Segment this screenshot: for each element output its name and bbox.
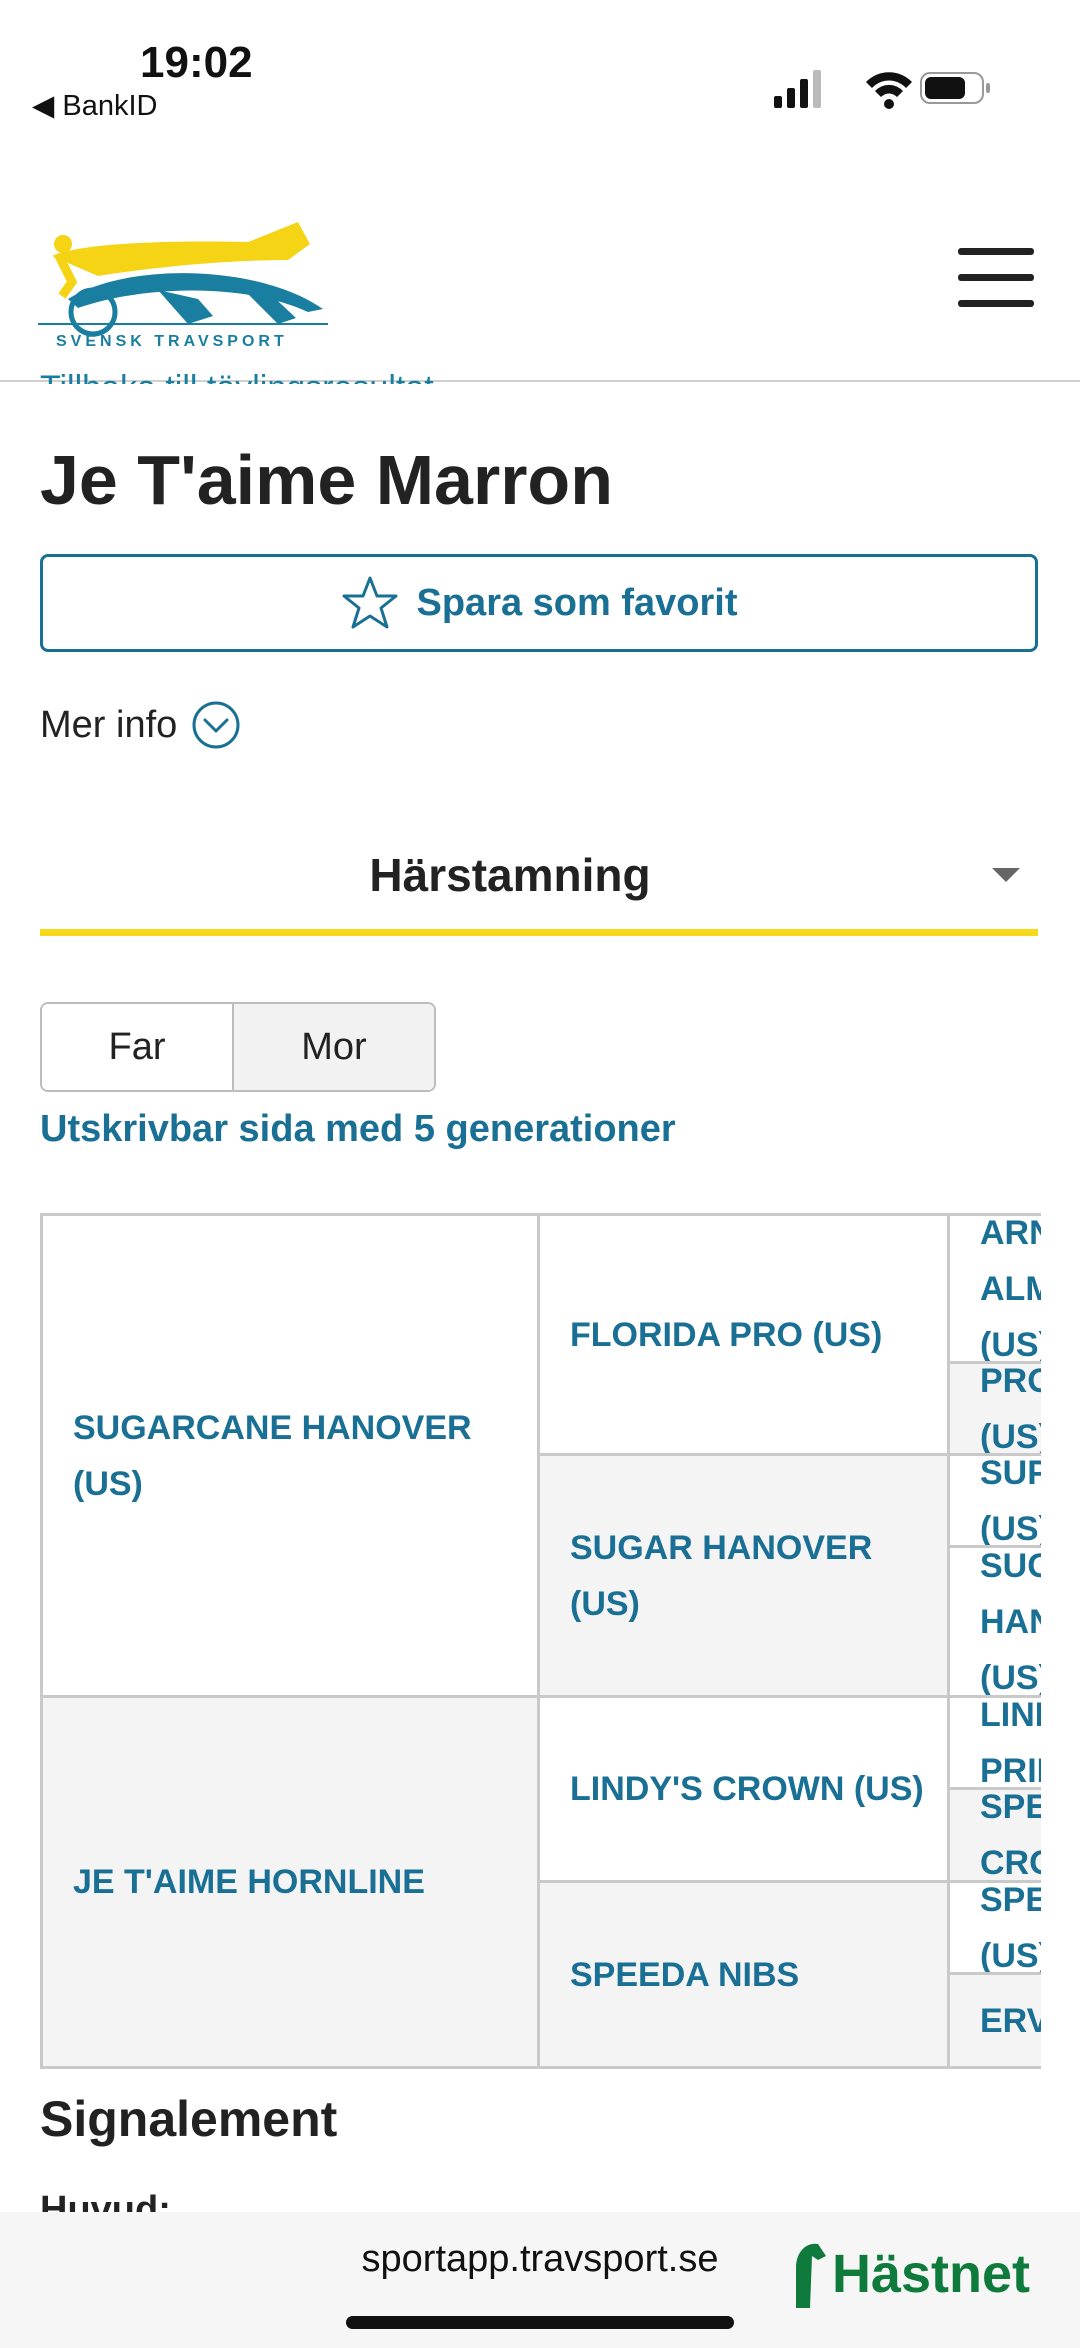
- logo-text: SVENSK TRAVSPORT: [56, 333, 288, 350]
- pedigree-sire-dam[interactable]: SUGAR HANOVER (US): [537, 1453, 950, 1698]
- pedigree-dam-sire[interactable]: LINDY'S CROWN (US): [537, 1695, 950, 1883]
- save-favorite-button[interactable]: Spara som favorit: [40, 554, 1038, 652]
- back-to-results-link[interactable]: Tillbaka till tävlingsresultat: [40, 352, 434, 384]
- section-select-value: Härstamning: [369, 849, 651, 901]
- status-time: 19:02: [140, 38, 253, 87]
- chevron-down-circle-icon: [192, 701, 240, 749]
- wifi-icon: [866, 72, 912, 109]
- pedigree-gen3-2[interactable]: PRO BABE (US): [947, 1361, 1041, 1456]
- pedigree-sire-sire[interactable]: FLORIDA PRO (US): [537, 1213, 950, 1456]
- more-info-label: Mer info: [40, 703, 178, 746]
- signal-icon: [774, 70, 821, 108]
- pedigree-gen3-6[interactable]: SPEEDY CROWN (US): [947, 1787, 1041, 1883]
- menu-icon[interactable]: [958, 248, 1036, 308]
- pedigree-table: SUGARCANE HANOVER (US) JE T'AIME HORNLIN…: [40, 1213, 1041, 2069]
- status-bar: 19:02 ◀ BankID: [0, 0, 1080, 140]
- pedigree-dam[interactable]: JE T'AIME HORNLINE: [40, 1695, 540, 2069]
- section-select[interactable]: Härstamning: [40, 820, 1038, 936]
- signalement-heading: Signalement: [40, 2091, 338, 2147]
- more-info-toggle[interactable]: Mer info: [40, 700, 241, 750]
- tab-mor[interactable]: Mor: [234, 1004, 434, 1090]
- pedigree-gen3-5[interactable]: LINDY'S PRIDE (US): [947, 1695, 1041, 1790]
- save-favorite-label: Spara som favorit: [416, 581, 738, 624]
- home-indicator[interactable]: [346, 2316, 734, 2329]
- huvud-label: Huvud:: [40, 2189, 171, 2212]
- tab-far[interactable]: Far: [42, 1004, 234, 1090]
- star-icon: [342, 576, 397, 629]
- parent-toggle: Far Mor: [40, 1002, 436, 1092]
- battery-icon: [920, 72, 990, 104]
- printable-page-link[interactable]: Utskrivbar sida med 5 generationer: [40, 1108, 676, 1151]
- caret-down-icon: [992, 868, 1020, 882]
- pedigree-gen3-1[interactable]: ARNIE ALMAHURST (US): [947, 1213, 1041, 1364]
- pedigree-dam-dam[interactable]: SPEEDA NIBS: [537, 1880, 950, 2069]
- pedigree-gen3-7[interactable]: SPEEDY SCOT (US): [947, 1880, 1041, 1975]
- pedigree-sire[interactable]: SUGARCANE HANOVER (US): [40, 1213, 540, 1698]
- hastnet-brand[interactable]: Hästnet: [788, 2238, 1030, 2310]
- svensk-travsport-logo[interactable]: SVENSK TRAVSPORT: [38, 204, 338, 354]
- pedigree-gen3-8[interactable]: ERVANA: [947, 1972, 1041, 2069]
- browser-bar: sportapp.travsport.se Hästnet: [0, 2212, 1080, 2348]
- back-to-app-link[interactable]: ◀ BankID: [32, 88, 157, 123]
- hastnet-text: Hästnet: [832, 2244, 1031, 2304]
- pedigree-gen3-3[interactable]: SUPER BOWL (US): [947, 1453, 1041, 1548]
- horse-head-icon: [796, 2243, 826, 2308]
- pedigree-gen3-4[interactable]: SUGAR HANOVER (US): [947, 1545, 1041, 1698]
- horse-name: Je T'aime Marron: [40, 441, 613, 519]
- status-icons: [774, 70, 990, 109]
